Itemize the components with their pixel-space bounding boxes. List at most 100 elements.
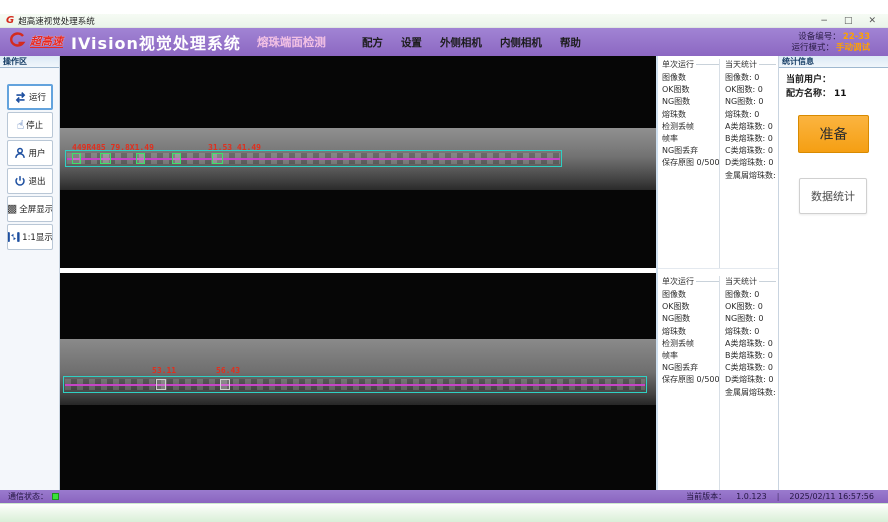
camera2-annotation: 53.11 (152, 366, 176, 375)
stat-value: 图像数: 0 (725, 289, 776, 301)
menu-item-help[interactable]: 帮助 (560, 35, 581, 50)
operation-sidebar: 操作区 运行 ☝ 停止 (0, 56, 60, 490)
stop-button[interactable]: ☝ 停止 (7, 112, 53, 138)
camera1-stats-panel: 单次运行 图像数 OK图数 NG图数 熔珠数 检测丢帧 帧率 NG图丢弃 保存原… (658, 56, 778, 268)
info-panel: 统计信息 当前用户： 配方名称： 11 准备 数据统计 (778, 56, 888, 490)
status-separator: | (777, 492, 780, 501)
one-to-one-icon (7, 231, 20, 243)
fullscreen-button-label: 全屏显示 (19, 203, 53, 215)
today-stats-title: 当天统计 (725, 276, 757, 287)
status-bar: 通信状态： 当前版本： 1.0.123 | 2025/02/11 16:57:5… (0, 490, 888, 503)
stat-value: D类熔珠数: 0 (725, 374, 776, 386)
run-mode-label: 运行模式： (791, 43, 834, 53)
desktop-background-top (0, 0, 888, 14)
stat-value: B类熔珠数: 0 (725, 133, 776, 145)
exit-button-label: 退出 (28, 175, 45, 187)
maximize-button[interactable]: □ (844, 16, 853, 26)
device-number-value: 22-33 (843, 32, 870, 42)
inner-camera-view: 53.11 56.43 (60, 273, 656, 490)
camera-area: 449R485 79.8X1.49 31.53 41.49 53.11 56.4… (60, 56, 656, 490)
header-status: 设备编号： 22-33 运行模式： 手动调试 (791, 32, 878, 53)
app-window: G 超高速视觉处理系统 − □ ✕ 超高速 IVision视觉处理系统 熔珠端面… (0, 0, 888, 522)
power-icon (14, 175, 26, 187)
stat-value: A类熔珠数: 0 (725, 338, 776, 350)
stat-value: 金属屑熔珠数: 0 (725, 170, 776, 182)
sync-icon (14, 91, 27, 104)
sidebar-title: 操作区 (0, 56, 59, 68)
stat-label: 熔珠数 (662, 109, 719, 121)
single-run-title: 单次运行 (662, 59, 694, 70)
one-to-one-button[interactable]: 1:1显示 (7, 224, 53, 250)
stat-label: 图像数 (662, 72, 719, 84)
stat-label: OK图数 (662, 301, 719, 313)
stat-label: NG图数 (662, 313, 719, 325)
stat-label: NG图数 (662, 96, 719, 108)
prepare-button[interactable]: 准备 (798, 115, 869, 153)
app-title: IVision视觉处理系统 (71, 30, 241, 54)
window-title: 超高速视觉处理系统 (18, 15, 95, 27)
single-run-title: 单次运行 (662, 276, 694, 287)
desktop-background-bottom (0, 503, 888, 522)
menu-item-inner-camera[interactable]: 内侧相机 (500, 35, 542, 50)
defect-box (212, 153, 223, 164)
fullscreen-button[interactable]: ▩ 全屏显示 (7, 196, 53, 222)
user-icon (14, 147, 26, 159)
app-subtitle: 熔珠端面检测 (257, 34, 326, 50)
close-button[interactable]: ✕ (868, 16, 876, 26)
stat-value: OK图数: 0 (725, 301, 776, 313)
brand-name: 超高速 (30, 36, 63, 48)
camera1-annotation: 449R485 79.8X1.49 (72, 143, 154, 152)
stat-label: OK图数 (662, 84, 719, 96)
menu-item-outer-camera[interactable]: 外侧相机 (440, 35, 482, 50)
stat-label: 检测丢帧 (662, 121, 719, 133)
menu-item-settings[interactable]: 设置 (401, 35, 422, 50)
run-mode-value: 手动调试 (836, 43, 870, 53)
run-button[interactable]: 运行 (7, 84, 53, 110)
info-panel-title: 统计信息 (779, 56, 888, 68)
brand: 超高速 IVision视觉处理系统 熔珠端面检测 (10, 30, 326, 54)
stat-value: C类熔珠数: 0 (725, 362, 776, 374)
user-button[interactable]: 用户 (7, 140, 53, 166)
main-area: 操作区 运行 ☝ 停止 (0, 56, 888, 490)
stat-value: 图像数: 0 (725, 72, 776, 84)
minimize-button[interactable]: − (820, 16, 828, 26)
stat-value: NG图数: 0 (725, 96, 776, 108)
defect-box (136, 153, 145, 164)
camera2-measure-line (65, 384, 645, 386)
hand-icon: ☝ (17, 119, 24, 131)
comm-status-label: 通信状态： (8, 491, 48, 502)
stat-label: NG图丢弃 (662, 362, 719, 374)
stat-label: 熔珠数 (662, 326, 719, 338)
app-icon: G (6, 16, 14, 26)
stat-label: 图像数 (662, 289, 719, 301)
camera2-image-band (60, 339, 656, 405)
comm-status-led (52, 493, 59, 500)
stat-label: 帧率 (662, 350, 719, 362)
user-button-label: 用户 (28, 147, 45, 159)
camera2-roi-rect (63, 376, 647, 393)
stat-label: 检测丢帧 (662, 338, 719, 350)
today-stats-title: 当天统计 (725, 59, 757, 70)
sidebar-buttons: 运行 ☝ 停止 用户 (7, 84, 53, 250)
defect-box (72, 153, 81, 164)
stat-value: D类熔珠数: 0 (725, 157, 776, 169)
camera1-annotation: 31.53 41.49 (208, 143, 261, 152)
stat-value: 熔珠数: 0 (725, 109, 776, 121)
stat-value: C类熔珠数: 0 (725, 145, 776, 157)
stat-label: NG图丢弃 (662, 145, 719, 157)
exit-button[interactable]: 退出 (7, 168, 53, 194)
defect-box (172, 153, 181, 164)
run-button-label: 运行 (29, 91, 46, 103)
menu-item-recipe[interactable]: 配方 (362, 35, 383, 50)
outer-camera-view: 449R485 79.8X1.49 31.53 41.49 (60, 56, 656, 268)
stat-value: NG图数: 0 (725, 313, 776, 325)
current-user-label: 当前用户： (786, 73, 831, 87)
stat-value: OK图数: 0 (725, 84, 776, 96)
stat-value: A类熔珠数: 0 (725, 121, 776, 133)
recipe-name-value: 11 (834, 87, 847, 101)
defect-box (156, 379, 166, 390)
stat-value: B类熔珠数: 0 (725, 350, 776, 362)
datetime: 2025/02/11 16:57:56 (789, 492, 874, 501)
camera2-stats-panel: 单次运行 图像数 OK图数 NG图数 熔珠数 检测丢帧 帧率 NG图丢弃 保存原… (658, 273, 778, 490)
data-statistics-button[interactable]: 数据统计 (799, 178, 867, 214)
